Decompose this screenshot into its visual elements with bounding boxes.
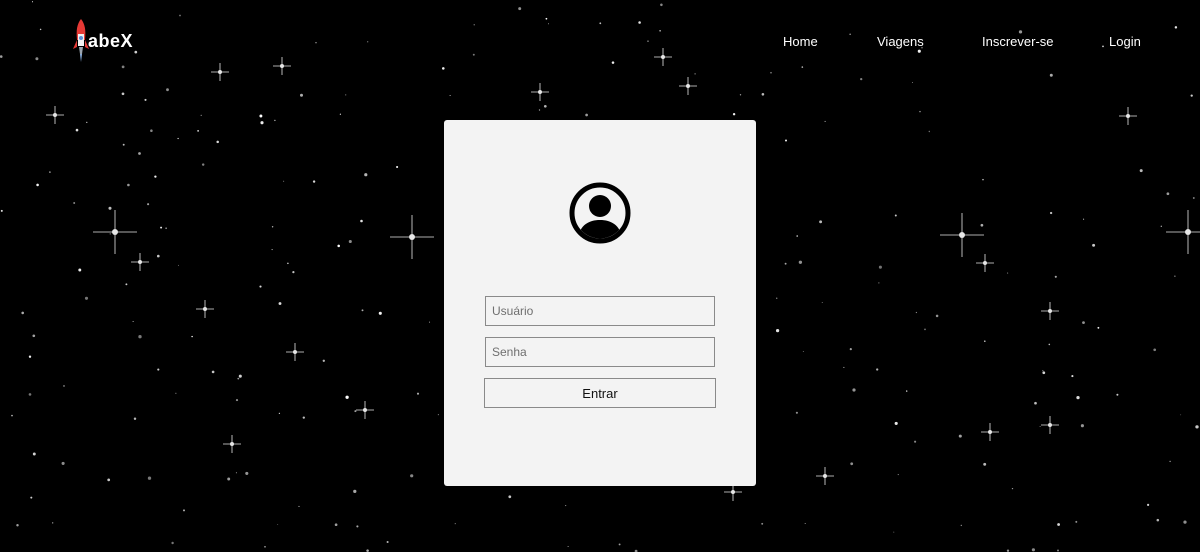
header: abeX Home Viagens Inscrever-se Login [0,0,1200,84]
login-card: Entrar [444,120,756,486]
nav-item-viagens[interactable]: Viagens [877,33,924,51]
login-submit-button[interactable]: Entrar [484,378,716,408]
user-circle-icon [569,182,631,244]
main-nav: Home Viagens Inscrever-se Login [0,33,1200,51]
username-input[interactable] [485,296,715,326]
nav-item-inscrever-se[interactable]: Inscrever-se [982,33,1054,51]
page: abeX Home Viagens Inscrever-se Login Ent… [0,0,1200,552]
nav-item-home[interactable]: Home [783,33,818,51]
nav-item-login[interactable]: Login [1109,33,1141,51]
password-input[interactable] [485,337,715,367]
